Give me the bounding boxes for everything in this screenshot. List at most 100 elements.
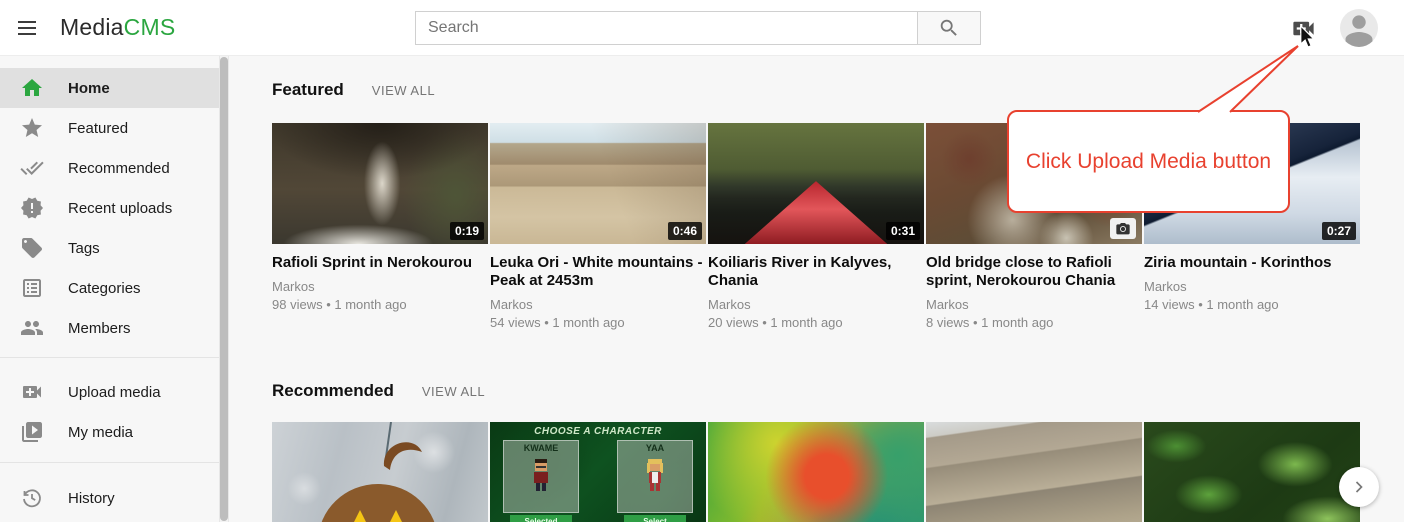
video-author[interactable]: Markos bbox=[708, 297, 924, 312]
duration-badge: 0:27 bbox=[1322, 222, 1356, 240]
sidebar-item-label: Upload media bbox=[68, 384, 161, 401]
video-meta: 54 views • 1 month ago bbox=[490, 315, 706, 330]
menu-hamburger-icon[interactable] bbox=[14, 16, 40, 40]
duration-badge: 0:19 bbox=[450, 222, 484, 240]
video-title[interactable]: Koiliaris River in Kalyves, Chania bbox=[708, 254, 924, 290]
video-title[interactable]: Leuka Ori - White mountains - Peak at 24… bbox=[490, 254, 706, 290]
game-character-name: YAA bbox=[618, 443, 692, 453]
video-card bbox=[1144, 422, 1360, 522]
video-author[interactable]: Markos bbox=[1144, 279, 1360, 294]
game-select-button: Select bbox=[624, 515, 686, 522]
photo-media-badge bbox=[1110, 218, 1136, 239]
sidebar-divider bbox=[0, 462, 219, 463]
search-icon bbox=[938, 17, 960, 39]
video-title[interactable]: Old bridge close to Rafioli sprint, Nero… bbox=[926, 254, 1142, 290]
video-thumbnail[interactable] bbox=[708, 422, 924, 522]
search-bar bbox=[415, 11, 981, 45]
pumpkin-art bbox=[272, 422, 488, 522]
annotation-arrow bbox=[1190, 38, 1310, 118]
video-thumbnail[interactable] bbox=[272, 422, 488, 522]
duration-badge: 0:31 bbox=[886, 222, 920, 240]
video-card: CHOOSE A CHARACTER KWAME YAA Selected bbox=[490, 422, 706, 522]
sidebar-item-upload-media[interactable]: Upload media bbox=[0, 372, 219, 412]
home-icon bbox=[20, 76, 44, 100]
sidebar-scrollbar bbox=[219, 56, 229, 522]
section-title-recommended: Recommended bbox=[272, 381, 394, 401]
video-card bbox=[926, 422, 1142, 522]
video-card: 0:46 Leuka Ori - White mountains - Peak … bbox=[490, 123, 706, 330]
sidebar-item-featured[interactable]: Featured bbox=[0, 108, 219, 148]
video-plus-icon bbox=[20, 380, 44, 404]
video-card bbox=[272, 422, 488, 522]
sidebar-item-label: Recent uploads bbox=[68, 200, 172, 217]
sidebar-item-label: Categories bbox=[68, 280, 141, 297]
people-icon bbox=[20, 316, 44, 340]
pixel-character bbox=[531, 459, 551, 493]
sidebar-item-recent-uploads[interactable]: Recent uploads bbox=[0, 188, 219, 228]
video-card: 0:31 Koiliaris River in Kalyves, Chania … bbox=[708, 123, 924, 330]
video-thumbnail[interactable]: CHOOSE A CHARACTER KWAME YAA Selected bbox=[490, 422, 706, 522]
video-thumbnail[interactable] bbox=[1144, 422, 1360, 522]
video-meta: 14 views • 1 month ago bbox=[1144, 297, 1360, 312]
person-icon bbox=[1340, 9, 1378, 47]
featured-view-all-link[interactable]: VIEW ALL bbox=[372, 83, 435, 98]
sidebar-item-label: Home bbox=[68, 80, 110, 97]
logo-text-cms: CMS bbox=[124, 14, 176, 40]
video-thumbnail[interactable]: 0:31 bbox=[708, 123, 924, 244]
app-logo[interactable]: MediaCMS bbox=[60, 14, 175, 41]
video-meta: 98 views • 1 month ago bbox=[272, 297, 488, 312]
sidebar-item-label: Featured bbox=[68, 120, 128, 137]
sidebar-item-history[interactable]: History bbox=[0, 478, 219, 518]
video-author[interactable]: Markos bbox=[926, 297, 1142, 312]
duration-badge: 0:46 bbox=[668, 222, 702, 240]
search-button[interactable] bbox=[917, 11, 981, 45]
recommended-view-all-link[interactable]: VIEW ALL bbox=[422, 384, 485, 399]
sidebar-item-label: History bbox=[68, 490, 115, 507]
history-icon bbox=[20, 486, 44, 510]
sidebar-item-members[interactable]: Members bbox=[0, 308, 219, 348]
video-title[interactable]: Ziria mountain - Korinthos bbox=[1144, 254, 1360, 272]
video-thumbnail[interactable] bbox=[926, 422, 1142, 522]
featured-section-header: Featured VIEW ALL bbox=[272, 80, 435, 100]
sidebar-scrollbar-thumb[interactable] bbox=[220, 57, 228, 521]
video-author[interactable]: Markos bbox=[490, 297, 706, 312]
sidebar-item-recommended[interactable]: Recommended bbox=[0, 148, 219, 188]
video-thumbnail[interactable]: 0:46 bbox=[490, 123, 706, 244]
game-selected-button: Selected bbox=[510, 515, 572, 522]
video-card bbox=[708, 422, 924, 522]
user-avatar[interactable] bbox=[1340, 9, 1378, 47]
chevron-right-icon bbox=[1349, 477, 1369, 497]
video-library-icon bbox=[20, 420, 44, 444]
sidebar-item-home[interactable]: Home bbox=[0, 68, 219, 108]
game-character-panel: KWAME bbox=[503, 440, 579, 513]
video-title[interactable]: Rafioli Sprint in Nerokourou bbox=[272, 254, 488, 272]
sidebar-item-categories[interactable]: Categories bbox=[0, 268, 219, 308]
recommended-video-row: CHOOSE A CHARACTER KWAME YAA Selected bbox=[272, 422, 1360, 522]
carousel-next-button[interactable] bbox=[1339, 467, 1379, 507]
video-meta: 20 views • 1 month ago bbox=[708, 315, 924, 330]
game-title-text: CHOOSE A CHARACTER bbox=[490, 426, 706, 437]
search-input[interactable] bbox=[415, 11, 917, 45]
sidebar-item-tags[interactable]: Tags bbox=[0, 228, 219, 268]
video-thumbnail[interactable]: 0:19 bbox=[272, 123, 488, 244]
sidebar-nav: Home Featured Recommended Recent uploads… bbox=[0, 56, 219, 522]
video-card: 0:19 Rafioli Sprint in Nerokourou Markos… bbox=[272, 123, 488, 330]
double-check-icon bbox=[20, 156, 44, 180]
star-icon bbox=[20, 116, 44, 140]
sidebar-item-label: Members bbox=[68, 320, 131, 337]
sidebar-item-my-media[interactable]: My media bbox=[0, 412, 219, 452]
pixel-character bbox=[645, 459, 665, 493]
thumbnail-art bbox=[745, 181, 888, 244]
camera-icon bbox=[1115, 221, 1131, 237]
annotation-text: Click Upload Media button bbox=[1026, 150, 1271, 174]
video-meta: 8 views • 1 month ago bbox=[926, 315, 1142, 330]
video-author[interactable]: Markos bbox=[272, 279, 488, 294]
game-character-name: KWAME bbox=[504, 443, 578, 453]
sidebar-item-label: Recommended bbox=[68, 160, 170, 177]
sidebar-item-label: My media bbox=[68, 424, 133, 441]
logo-text-media: Media bbox=[60, 14, 124, 40]
game-character-panel: YAA bbox=[617, 440, 693, 513]
mouse-cursor-icon bbox=[1297, 26, 1319, 50]
sidebar-divider bbox=[0, 357, 219, 358]
annotation-callout: Click Upload Media button bbox=[1007, 110, 1290, 213]
